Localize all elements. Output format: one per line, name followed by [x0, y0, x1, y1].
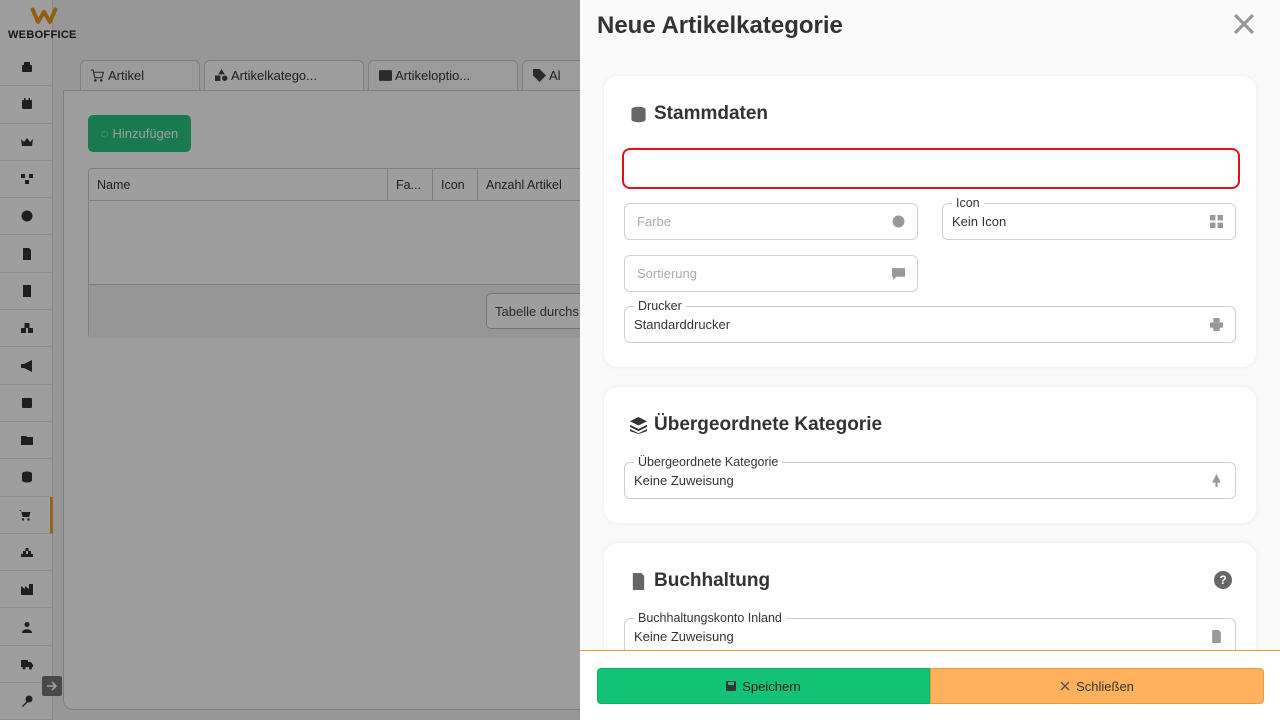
parent-category-label: Übergeordnete Kategorie — [634, 454, 783, 470]
drawer-scroll-area[interactable]: Stammdaten Farbe Icon Kein Icon Sortieru… — [580, 60, 1280, 650]
palette-icon[interactable] — [892, 215, 905, 228]
name-input[interactable] — [622, 148, 1240, 189]
section-title-text: Buchhaltung — [654, 570, 771, 591]
section-title: Buchhaltung — [630, 570, 770, 592]
icons-grid-icon[interactable] — [1210, 215, 1223, 228]
section-title: Übergeordnete Kategorie — [630, 414, 882, 436]
close-button[interactable]: Schließen — [930, 668, 1264, 704]
section-title-text: Stammdaten — [654, 103, 769, 124]
drucker-value: Standarddrucker — [634, 317, 731, 332]
printer-icon — [1210, 318, 1223, 331]
sortierung-placeholder: Sortierung — [637, 266, 697, 281]
parent-category-value: Keine Zuweisung — [634, 473, 734, 488]
tree-icon — [1210, 474, 1223, 487]
section-stammdaten: Stammdaten Farbe Icon Kein Icon Sortieru… — [604, 76, 1256, 367]
section-title: Stammdaten — [630, 103, 768, 125]
save-button[interactable]: Speichern — [597, 668, 930, 704]
drawer-title: Neue Artikelkategorie — [597, 12, 843, 39]
section-buchhaltung: Buchhaltung ? Buchhaltungskonto Inland K… — [604, 543, 1256, 650]
database-icon — [631, 106, 646, 122]
layers-icon — [630, 416, 647, 434]
icon-label: Icon — [952, 195, 984, 211]
file-invoice-icon — [1210, 630, 1223, 643]
close-icon — [1233, 13, 1255, 35]
close-button-label: Schließen — [1076, 678, 1134, 694]
close-drawer-button[interactable] — [1232, 12, 1256, 36]
new-category-drawer: Neue Artikelkategorie Stammdaten Farbe I… — [580, 0, 1280, 720]
section-parent-category: Übergeordnete Kategorie Übergeordnete Ka… — [604, 387, 1256, 523]
buchhaltungskonto-label: Buchhaltungskonto Inland — [634, 610, 786, 626]
buchhaltungskonto-value: Keine Zuweisung — [634, 629, 734, 644]
farbe-placeholder: Farbe — [637, 214, 671, 229]
drucker-select[interactable]: Drucker Standarddrucker — [624, 298, 1236, 343]
invoice-icon — [632, 572, 645, 590]
sortierung-input[interactable]: Sortierung — [624, 255, 918, 292]
farbe-input[interactable]: Farbe — [624, 203, 918, 240]
comment-icon — [892, 267, 905, 280]
parent-category-select[interactable]: Übergeordnete Kategorie Keine Zuweisung — [624, 454, 1236, 499]
close-icon — [1060, 681, 1070, 691]
modal-backdrop[interactable] — [0, 0, 580, 720]
help-icon[interactable]: ? — [1214, 571, 1232, 589]
section-title-text: Übergeordnete Kategorie — [654, 414, 883, 435]
drawer-footer: Speichern Schließen — [580, 650, 1280, 720]
save-button-label: Speichern — [742, 678, 801, 694]
icon-value: Kein Icon — [952, 214, 1007, 229]
drucker-label: Drucker — [634, 298, 686, 314]
icon-select[interactable]: Icon Kein Icon — [942, 195, 1236, 240]
save-icon — [726, 681, 737, 691]
buchhaltungskonto-inland-select[interactable]: Buchhaltungskonto Inland Keine Zuweisung — [624, 610, 1236, 650]
